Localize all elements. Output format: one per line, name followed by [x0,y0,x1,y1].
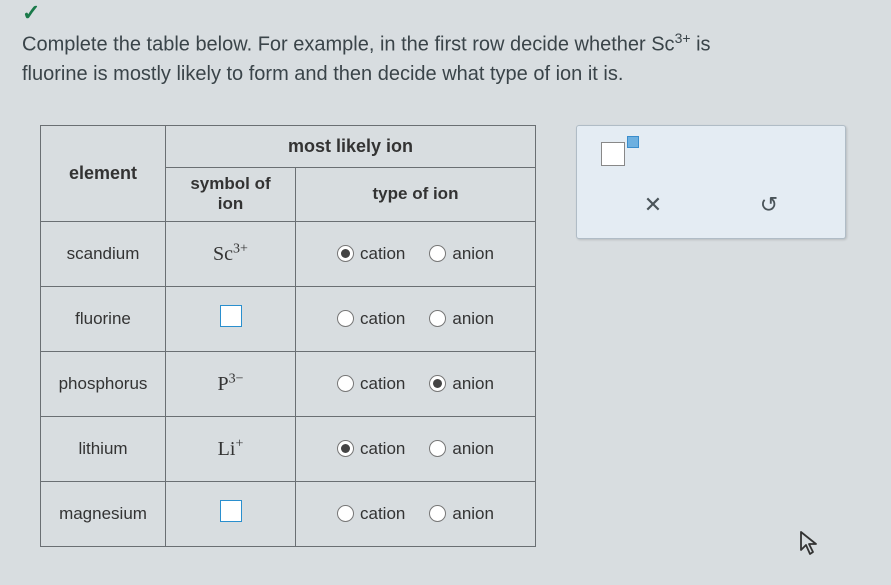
instructions-line1-sup: 3+ [675,30,691,46]
cation-label: cation [360,504,405,524]
instructions-line1-pre: Complete the table below. For example, i… [22,34,675,56]
header-type-of-ion: type of ion [296,168,536,222]
instructions-line1-post: is [691,34,711,56]
radio-icon [337,310,354,327]
anion-label: anion [452,309,494,329]
table-row: magnesium cation anion [41,481,536,546]
radio-icon [337,440,354,457]
radio-icon [337,375,354,392]
element-cell: lithium [41,416,166,481]
undo-button[interactable]: ↺ [752,188,786,222]
anion-radio[interactable]: anion [429,439,494,459]
type-cell: cation anion [296,416,536,481]
element-cell: phosphorus [41,351,166,416]
anion-label: anion [452,244,494,264]
cation-label: cation [360,309,405,329]
cation-radio[interactable]: cation [337,309,405,329]
anion-label: anion [452,374,494,394]
table-row: phosphorus P3− cation anion [41,351,536,416]
cation-radio[interactable]: cation [337,504,405,524]
header-most-likely-ion: most likely ion [166,126,536,168]
table-row: lithium Li+ cation anion [41,416,536,481]
symbol-cell[interactable]: P3− [166,351,296,416]
cation-label: cation [360,374,405,394]
symbol-cell[interactable] [166,286,296,351]
cursor-icon [799,530,821,563]
type-cell: cation anion [296,481,536,546]
header-element: element [41,126,166,222]
ion-table: element most likely ion symbol of ion ty… [40,125,536,547]
table-row: fluorine cation anion [41,286,536,351]
radio-icon [429,505,446,522]
ion-base: Li [218,438,236,460]
type-cell: cation anion [296,221,536,286]
symbol-cell[interactable]: Sc3+ [166,221,296,286]
radio-icon [429,310,446,327]
cation-label: cation [360,244,405,264]
header-symbol-of-ion: symbol of ion [166,168,296,222]
superscript-box-icon [627,136,639,148]
symbol-cell[interactable]: Li+ [166,416,296,481]
cation-radio[interactable]: cation [337,374,405,394]
superscript-tool-button[interactable] [601,142,827,166]
cation-radio[interactable]: cation [337,439,405,459]
blank-input-icon[interactable] [220,305,242,327]
radio-icon [429,375,446,392]
type-cell: cation anion [296,286,536,351]
radio-icon [429,245,446,262]
element-cell: fluorine [41,286,166,351]
header-symbol-of-ion-l2: ion [218,194,244,213]
anion-radio[interactable]: anion [429,504,494,524]
ion-sup: + [235,436,243,451]
ion-sup: 3− [229,371,244,386]
type-cell: cation anion [296,351,536,416]
symbol-cell[interactable] [166,481,296,546]
instructions-line2: fluorine is mostly likely to form and th… [22,63,623,85]
radio-icon [337,505,354,522]
base-box-icon [601,142,625,166]
radio-icon [337,245,354,262]
anion-label: anion [452,439,494,459]
anion-radio[interactable]: anion [429,244,494,264]
ion-base: P [217,373,228,395]
cation-label: cation [360,439,405,459]
check-icon: ✓ [22,0,40,26]
header-symbol-of-ion-l1: symbol of [190,174,270,193]
table-row: scandium Sc3+ cation anion [41,221,536,286]
ion-base: Sc [213,243,233,265]
instructions-text: Complete the table below. For example, i… [22,28,886,89]
close-button[interactable]: ✕ [636,188,670,222]
blank-input-icon[interactable] [220,500,242,522]
element-cell: scandium [41,221,166,286]
anion-radio[interactable]: anion [429,374,494,394]
element-cell: magnesium [41,481,166,546]
radio-icon [429,440,446,457]
toolbox-panel: ✕ ↺ [576,125,846,239]
anion-label: anion [452,504,494,524]
ion-sup: 3+ [233,241,248,256]
cation-radio[interactable]: cation [337,244,405,264]
anion-radio[interactable]: anion [429,309,494,329]
